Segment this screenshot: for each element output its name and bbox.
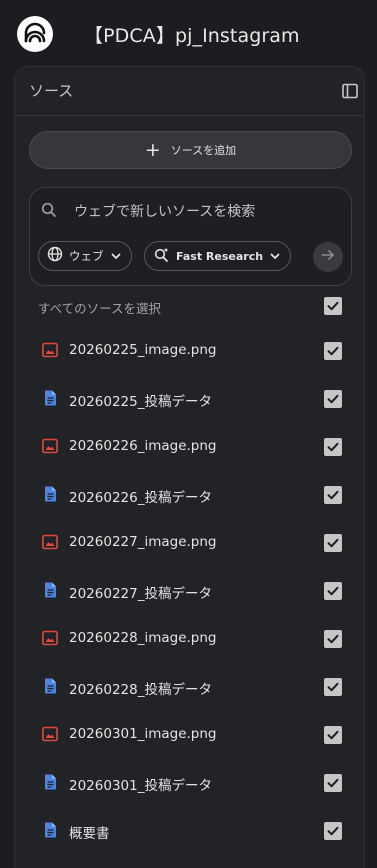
source-checkbox[interactable]	[324, 582, 342, 600]
source-item[interactable]: 20260225_投稿データ	[15, 375, 364, 423]
source-name: 20260227_投稿データ	[69, 586, 212, 602]
search-icon	[40, 201, 58, 219]
checkmark-icon	[327, 634, 339, 644]
select-all-row[interactable]: すべてのソースを選択	[15, 295, 364, 319]
image-file-icon	[41, 437, 59, 455]
source-checkbox[interactable]	[324, 822, 342, 840]
source-item[interactable]: 20260228_投稿データ	[15, 663, 364, 711]
header-divider	[15, 115, 364, 116]
source-checkbox[interactable]	[324, 342, 342, 360]
source-name: 20260226_image.png	[69, 438, 217, 454]
source-name: 概要書	[69, 826, 110, 842]
select-all-checkbox[interactable]	[324, 297, 342, 315]
source-name: 20260225_投稿データ	[69, 394, 212, 410]
source-checkbox[interactable]	[324, 678, 342, 696]
chevron-down-icon	[110, 247, 122, 266]
checkmark-icon	[327, 586, 339, 596]
checkmark-icon	[327, 490, 339, 500]
source-checkbox[interactable]	[324, 486, 342, 504]
source-name: 20260301_投稿データ	[69, 778, 212, 794]
image-file-icon	[41, 725, 59, 743]
source-checkbox[interactable]	[324, 630, 342, 648]
checkmark-icon	[327, 682, 339, 692]
top-bar: 【PDCA】pj_Instagram	[0, 0, 377, 66]
source-checkbox[interactable]	[324, 774, 342, 792]
checkmark-icon	[327, 730, 339, 740]
source-name: 20260301_image.png	[69, 726, 217, 742]
research-mode-dropdown[interactable]: Fast Research	[144, 241, 291, 271]
document-file-icon	[41, 581, 59, 599]
source-item[interactable]: 20260227_image.png	[15, 519, 364, 567]
source-name: 20260227_image.png	[69, 534, 217, 550]
select-all-label: すべてのソースを選択	[38, 301, 162, 316]
source-name: 20260226_投稿データ	[69, 490, 212, 506]
web-source-dropdown[interactable]: ウェブ	[38, 241, 132, 271]
web-source-search: ウェブ Fast Research	[29, 187, 352, 286]
source-item[interactable]: 20260227_投稿データ	[15, 567, 364, 615]
add-source-label: ソースを追加	[170, 144, 237, 157]
source-item[interactable]: 20260226_image.png	[15, 423, 364, 471]
source-item[interactable]: 概要書	[15, 807, 364, 855]
document-file-icon	[41, 389, 59, 407]
checkmark-icon	[327, 538, 339, 548]
document-file-icon	[41, 773, 59, 791]
sources-panel: ソース + ソースを追加 ウェブで新しいソースを検索 ウェブ Fast Rese…	[14, 66, 365, 868]
checkmark-icon	[327, 346, 339, 356]
document-file-icon	[41, 821, 59, 839]
source-checkbox[interactable]	[324, 534, 342, 552]
arrow-right-icon	[320, 247, 336, 267]
image-file-icon	[41, 533, 59, 551]
sparkle-search-icon	[153, 246, 170, 267]
notebook-title[interactable]: 【PDCA】pj_Instagram	[84, 21, 300, 48]
sidebar-toggle-icon[interactable]	[340, 81, 360, 101]
chevron-down-icon	[269, 247, 281, 266]
source-item[interactable]: 20260225_image.png	[15, 327, 364, 375]
web-chip-label: ウェブ	[69, 249, 104, 263]
research-chip-label: Fast Research	[176, 249, 264, 263]
plus-icon: +	[144, 138, 161, 161]
source-checkbox[interactable]	[324, 390, 342, 408]
sources-panel-title: ソース	[29, 82, 74, 100]
source-checkbox[interactable]	[324, 438, 342, 456]
globe-icon	[47, 246, 63, 266]
search-input[interactable]	[74, 200, 334, 224]
image-file-icon	[41, 629, 59, 647]
source-checkbox[interactable]	[324, 726, 342, 744]
document-file-icon	[41, 485, 59, 503]
add-source-button[interactable]: + ソースを追加	[29, 131, 352, 169]
source-name: 20260225_image.png	[69, 342, 217, 358]
checkmark-icon	[327, 394, 339, 404]
source-name: 20260228_投稿データ	[69, 682, 212, 698]
source-item[interactable]: 20260301_投稿データ	[15, 759, 364, 807]
image-file-icon	[41, 341, 59, 359]
source-name: 20260228_image.png	[69, 630, 217, 646]
checkmark-icon	[327, 442, 339, 452]
checkmark-icon	[327, 778, 339, 788]
source-item[interactable]: 20260228_image.png	[15, 615, 364, 663]
source-item[interactable]: 20260301_image.png	[15, 711, 364, 759]
source-item[interactable]: 20260226_投稿データ	[15, 471, 364, 519]
sources-panel-header: ソース	[15, 67, 364, 115]
notebook-logo-icon[interactable]	[17, 16, 53, 52]
submit-search-button[interactable]	[313, 242, 343, 272]
document-file-icon	[41, 677, 59, 695]
checkmark-icon	[327, 826, 339, 836]
